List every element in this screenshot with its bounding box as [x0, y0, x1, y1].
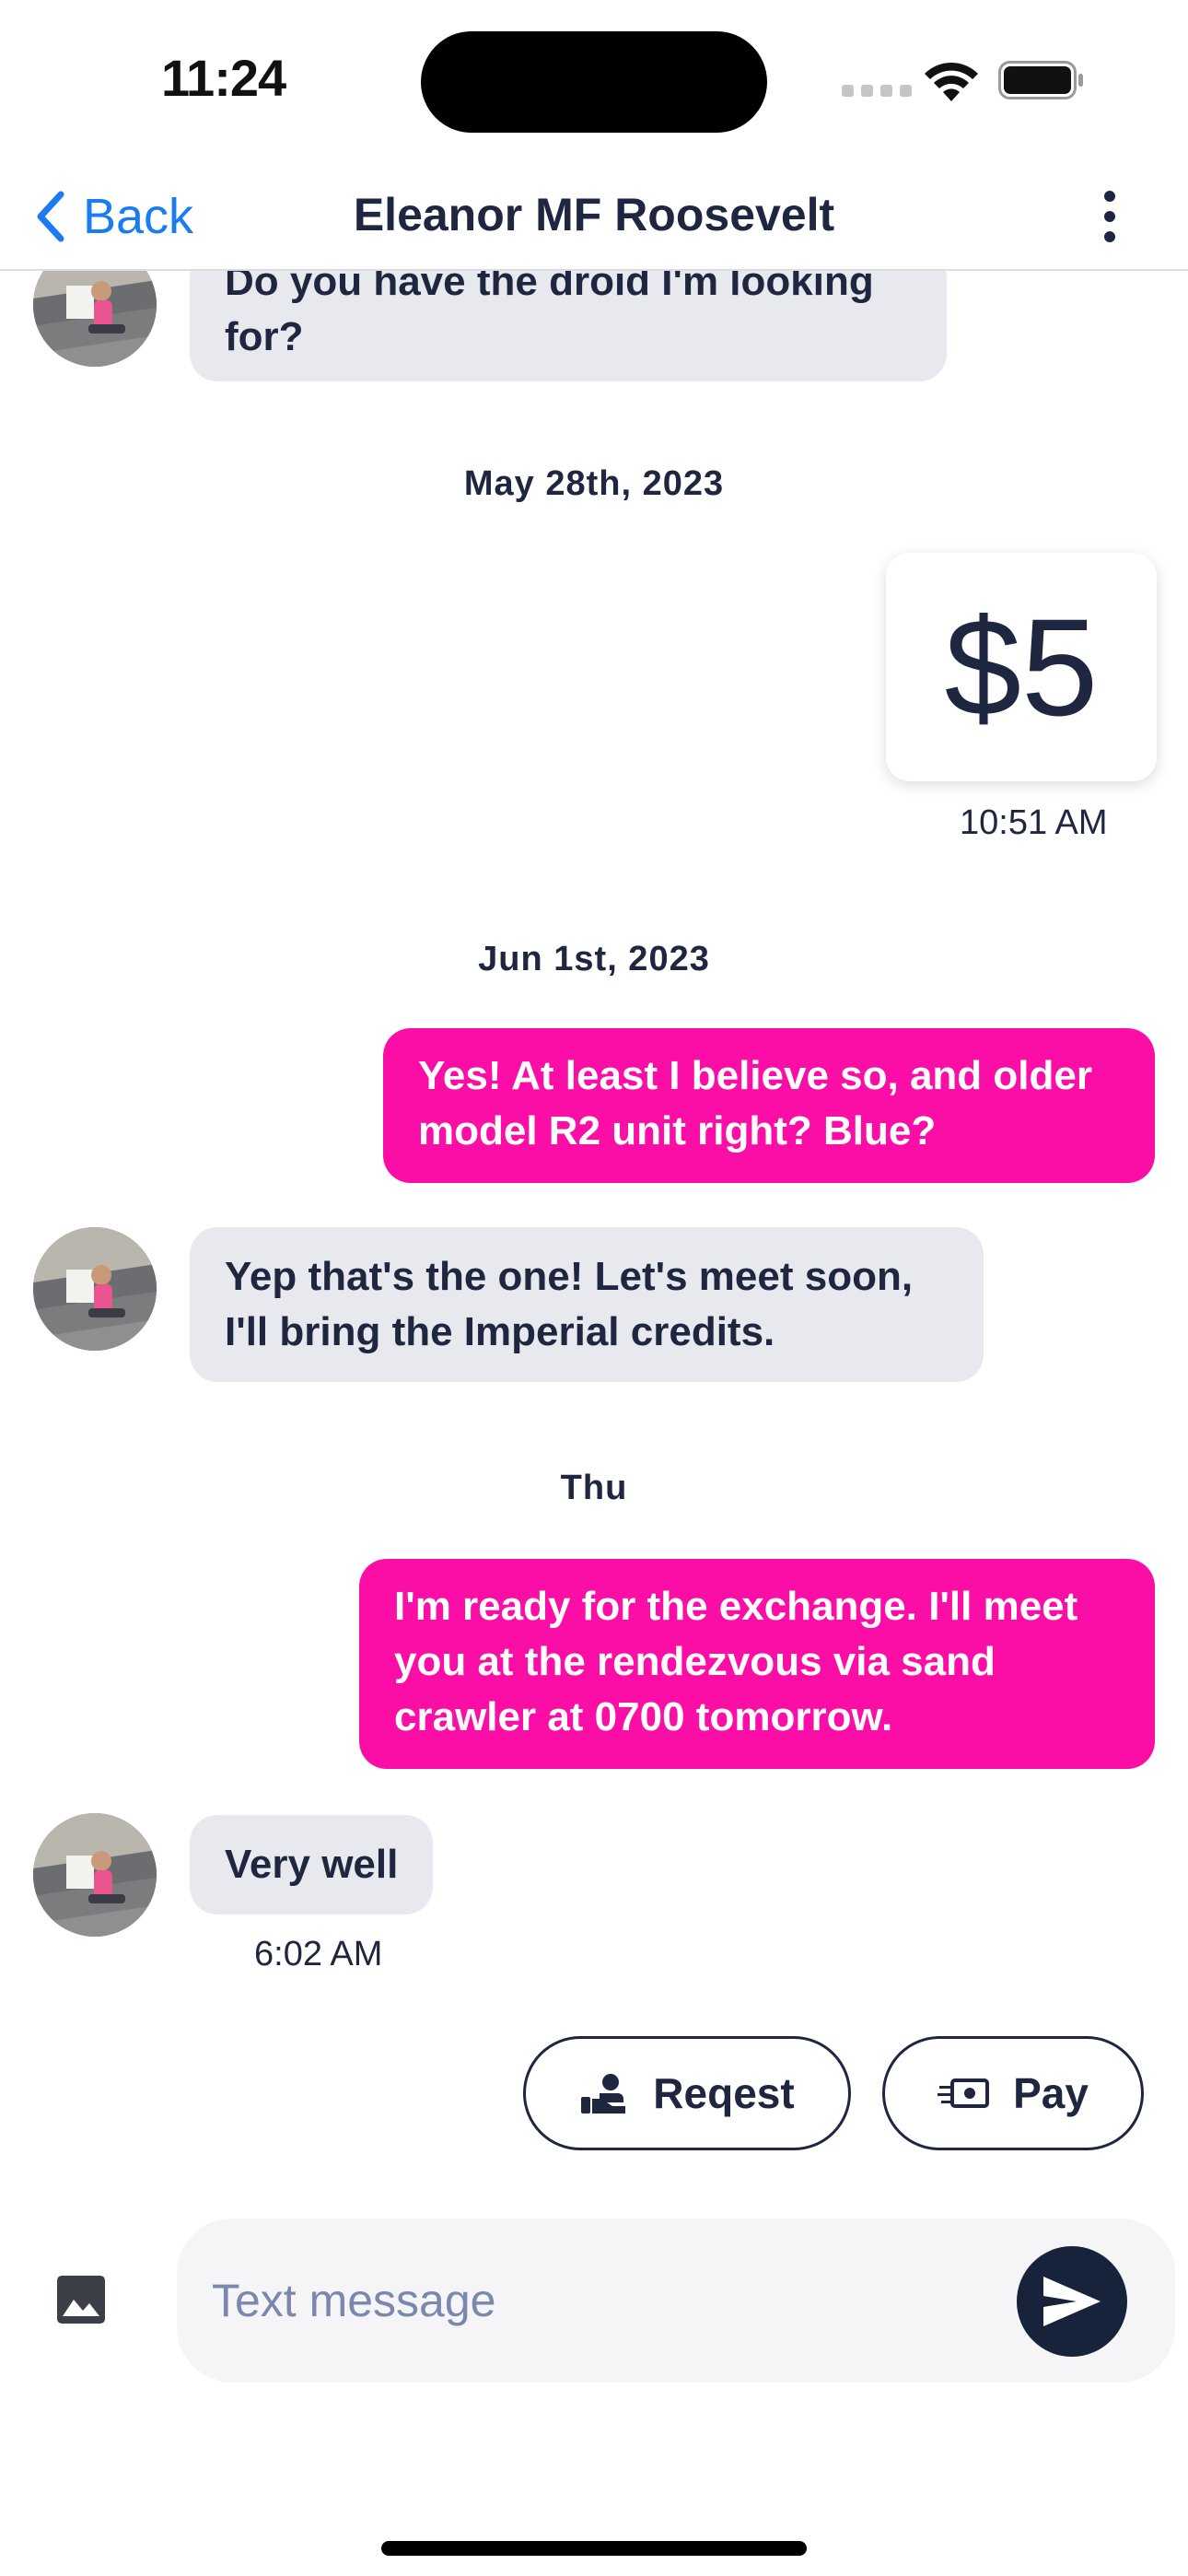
message-timestamp: 10:51 AM	[960, 803, 1108, 842]
send-button[interactable]	[1017, 2246, 1127, 2357]
outgoing-message-bubble[interactable]: I'm ready for the exchange. I'll meet yo…	[359, 1559, 1155, 1769]
date-separator: Thu	[560, 1469, 628, 1507]
outgoing-message-bubble[interactable]: Yes! At least I believe so, and older mo…	[383, 1028, 1155, 1183]
request-money-button[interactable]: Reqest	[523, 2036, 851, 2150]
incoming-message-bubble[interactable]: Yep that's the one! Let's meet soon, I'l…	[190, 1227, 984, 1382]
request-money-label: Reqest	[653, 2069, 795, 2117]
pay-label: Pay	[1013, 2069, 1089, 2117]
contact-avatar[interactable]	[33, 1813, 157, 1937]
navigation-bar: Back Eleanor MF Roosevelt	[0, 166, 1188, 271]
home-indicator	[381, 2541, 807, 2556]
wifi-icon	[925, 62, 978, 101]
conversation-title: Eleanor MF Roosevelt	[353, 189, 835, 240]
payment-card[interactable]: $5	[886, 553, 1157, 781]
more-vertical-icon	[1104, 191, 1115, 202]
battery-icon	[998, 61, 1083, 100]
incoming-message-bubble[interactable]: Do you have the droid I'm looking for?	[190, 271, 947, 381]
cellular-signal-icon	[842, 85, 912, 97]
message-input[interactable]	[212, 2259, 967, 2342]
send-icon	[1043, 2277, 1101, 2326]
contact-avatar[interactable]	[33, 271, 157, 367]
status-time: 11:24	[161, 49, 286, 107]
request-money-icon	[581, 2074, 626, 2113]
message-list[interactable]: Do you have the droid I'm looking for? M…	[0, 271, 1188, 2206]
image-icon[interactable]	[55, 2274, 107, 2325]
dynamic-island	[421, 31, 767, 133]
date-separator: May 28th, 2023	[463, 464, 725, 503]
pay-button[interactable]: Pay	[882, 2036, 1144, 2150]
contact-avatar[interactable]	[33, 1227, 157, 1351]
message-composer	[177, 2219, 1175, 2383]
more-options-button[interactable]	[1087, 184, 1133, 249]
pay-cash-icon	[938, 2078, 990, 2108]
date-separator: Jun 1st, 2023	[478, 940, 710, 978]
payment-amount: $5	[944, 589, 1099, 744]
incoming-message-bubble[interactable]: Very well	[190, 1815, 434, 1914]
message-timestamp: 6:02 AM	[254, 1935, 383, 1973]
